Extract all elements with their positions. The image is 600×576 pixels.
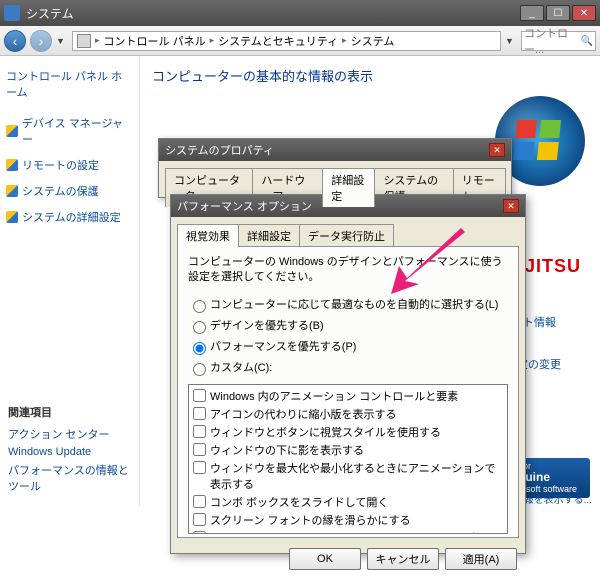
computer-icon [77, 34, 91, 48]
related-link[interactable]: アクション センター [8, 424, 139, 444]
shield-icon [6, 211, 18, 223]
tab[interactable]: 詳細設定 [238, 224, 300, 247]
nav-forward-button[interactable] [30, 30, 52, 52]
close-button[interactable]: ✕ [572, 5, 596, 21]
dialog-title: パフォーマンス オプション [177, 198, 312, 214]
checklist-item[interactable]: ウィンドウを最大化や最小化するときにアニメーションで表示する [193, 459, 503, 493]
shield-icon [6, 185, 18, 197]
breadcrumb[interactable]: ▸ コントロール パネル ▸ システムとセキュリティ ▸ システム [72, 31, 501, 51]
leftnav-link[interactable]: リモートの設定 [22, 155, 99, 175]
radio-option[interactable]: デザインを優先する(B) [188, 315, 508, 336]
dialog-close-button[interactable]: ✕ [503, 199, 519, 213]
system-icon [4, 5, 20, 21]
related-header: 関連項目 [8, 404, 139, 420]
system-properties-dialog: システムのプロパティ ✕ コンピューター名ハードウェア詳細設定システムの保護リモ… [158, 138, 512, 198]
leftnav-link[interactable]: システムの保護 [22, 181, 99, 201]
breadcrumb-part[interactable]: システム [351, 33, 395, 49]
checklist-item[interactable]: タスク バーとスタート メニューでアニメーションを表示する [193, 529, 503, 534]
shield-icon [6, 159, 18, 171]
window-titlebar: システム _ ☐ ✕ [0, 0, 600, 26]
radio-option[interactable]: カスタム(C): [188, 357, 508, 378]
toolbar: ▼ ▸ コントロール パネル ▸ システムとセキュリティ ▸ システム ▼ コン… [0, 26, 600, 56]
breadcrumb-part[interactable]: コントロール パネル [104, 33, 206, 49]
minimize-button[interactable]: _ [520, 5, 544, 21]
visual-effects-radios: コンピューターに応じて最適なものを自動的に選択する(L)デザインを優先する(B)… [188, 294, 508, 378]
radio-option[interactable]: パフォーマンスを優先する(P) [188, 336, 508, 357]
related-link[interactable]: Windows Update [8, 444, 139, 460]
chevron-right-icon: ▸ [208, 35, 217, 46]
chevron-right-icon: ▸ [93, 35, 102, 46]
chevron-right-icon: ▸ [340, 35, 349, 46]
leftnav-link[interactable]: システムの詳細設定 [22, 207, 121, 227]
tab[interactable]: データ実行防止 [299, 224, 394, 247]
related-items: 関連項目 アクション センターWindows Updateパフォーマンスの情報と… [8, 404, 139, 496]
related-link[interactable]: パフォーマンスの情報とツール [8, 460, 139, 496]
checklist-item[interactable]: アイコンの代わりに縮小版を表示する [193, 405, 503, 423]
nav-back-button[interactable] [4, 30, 26, 52]
breadcrumb-part[interactable]: システムとセキュリティ [218, 33, 338, 49]
search-icon [579, 35, 593, 47]
dialog-title: システムのプロパティ [165, 142, 274, 158]
tab[interactable]: 視覚効果 [177, 224, 239, 247]
page-title: コンピューターの基本的な情報の表示 [152, 66, 588, 85]
performance-options-dialog: パフォーマンス オプション ✕ 視覚効果詳細設定データ実行防止 コンピューターの… [170, 194, 526, 554]
tab[interactable]: 詳細設定 [322, 168, 375, 207]
checklist-item[interactable]: Windows 内のアニメーション コントロールと要素 [193, 387, 503, 405]
checklist-item[interactable]: ウィンドウの下に影を表示する [193, 441, 503, 459]
window-title: システム [26, 5, 520, 22]
shield-icon [6, 125, 18, 137]
cancel-button[interactable]: キャンセル [367, 548, 439, 570]
apply-button[interactable]: 適用(A) [445, 548, 517, 570]
checklist-item[interactable]: スクリーン フォントの縁を滑らかにする [193, 511, 503, 529]
left-nav: コントロール パネル ホーム デバイス マネージャーリモートの設定システムの保護… [0, 56, 140, 506]
pane-description: コンピューターの Windows のデザインとパフォーマンスに使う設定を選択して… [188, 255, 508, 286]
dialog-tabs: 視覚効果詳細設定データ実行防止 [171, 217, 525, 246]
leftnav-link[interactable]: デバイス マネージャー [22, 113, 133, 149]
maximize-button[interactable]: ☐ [546, 5, 570, 21]
search-input[interactable]: コントロー... [521, 31, 596, 51]
ok-button[interactable]: OK [289, 548, 361, 570]
radio-option[interactable]: コンピューターに応じて最適なものを自動的に選択する(L) [188, 294, 508, 315]
checklist-item[interactable]: ウィンドウとボタンに視覚スタイルを使用する [193, 423, 503, 441]
visual-effects-pane: コンピューターの Windows のデザインとパフォーマンスに使う設定を選択して… [177, 246, 519, 538]
nav-history-dropdown[interactable]: ▼ [56, 36, 68, 46]
checklist-item[interactable]: コンボ ボックスをスライドして開く [193, 493, 503, 511]
dialog-close-button[interactable]: ✕ [489, 143, 505, 157]
control-panel-home-link[interactable]: コントロール パネル ホーム [6, 66, 133, 102]
breadcrumb-dropdown[interactable]: ▼ [505, 36, 517, 46]
visual-effects-checklist[interactable]: Windows 内のアニメーション コントロールと要素アイコンの代わりに縮小版を… [188, 384, 508, 534]
search-placeholder: コントロー... [524, 25, 579, 57]
